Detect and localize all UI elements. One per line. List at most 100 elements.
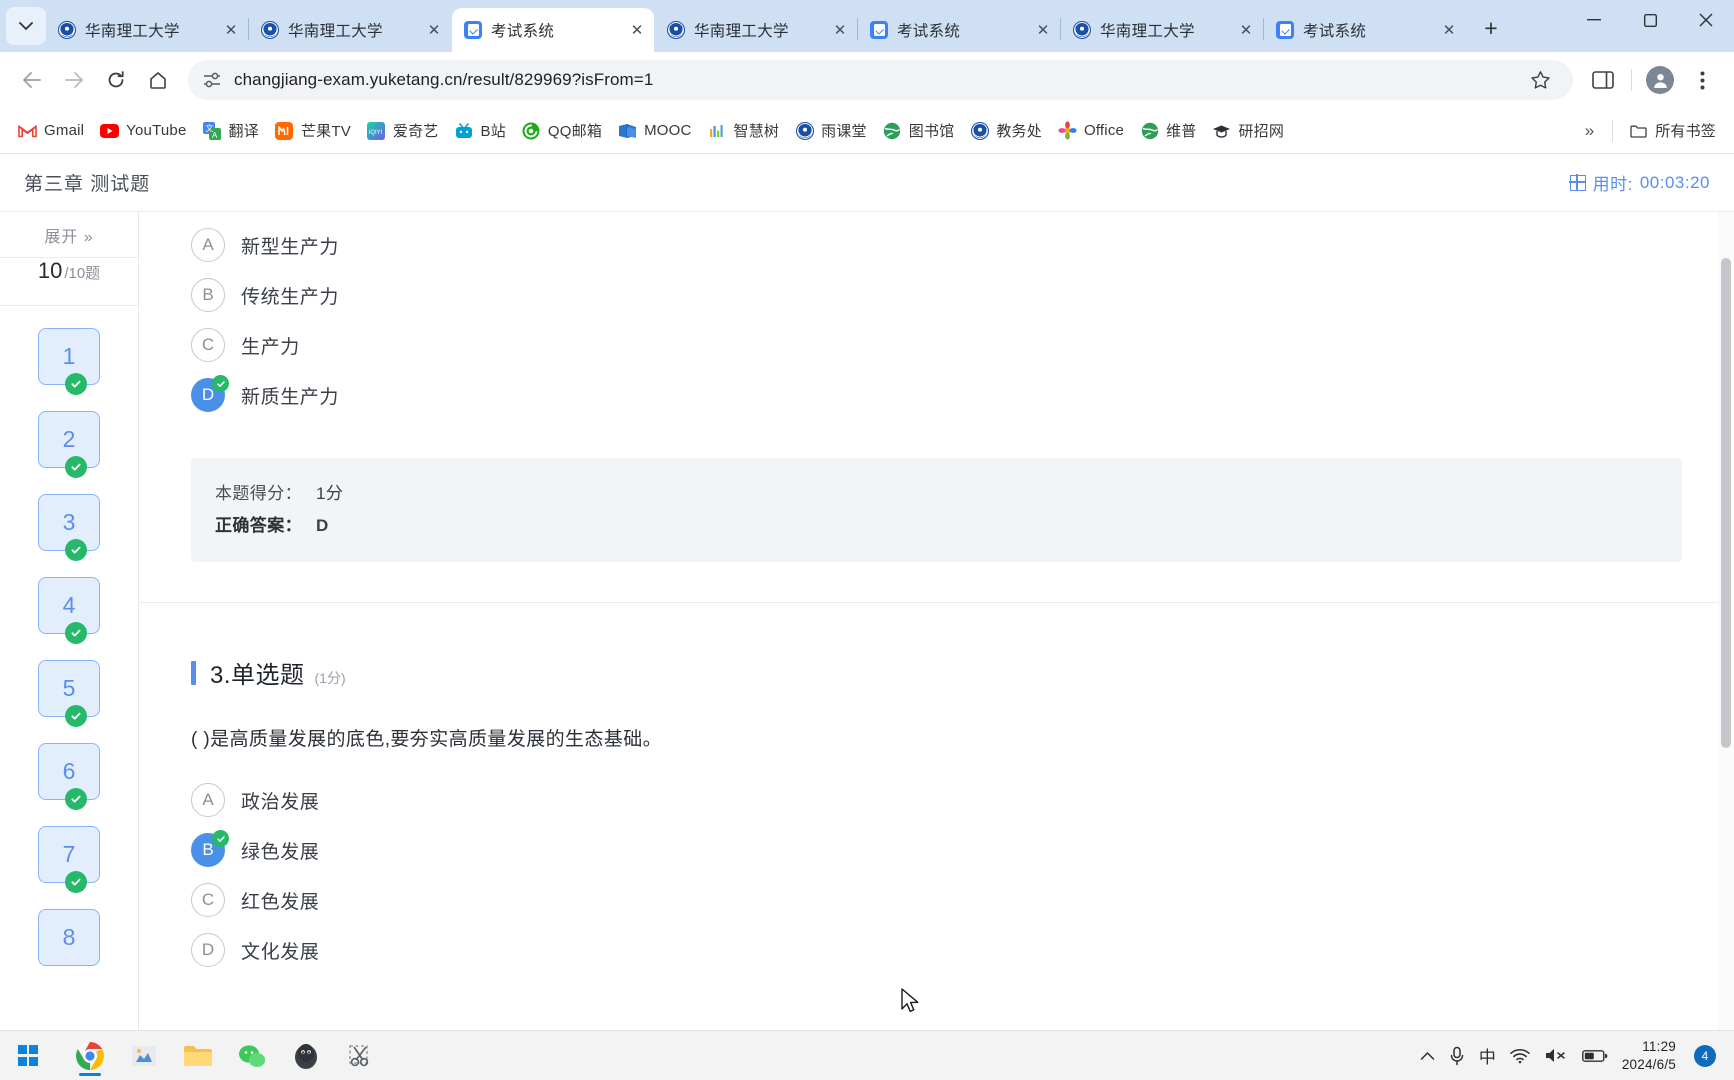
wechat-taskbar-icon[interactable]	[124, 1036, 164, 1076]
elapsed-time-value: 00:03:20	[1639, 172, 1710, 192]
qq-penguin-taskbar-icon[interactable]	[286, 1036, 326, 1076]
exam-result-page: 第三章 测试题 用时: 00:03:20 展开 » 10 /10题 1 2 3 4 5 6…	[0, 154, 1734, 1030]
side-panel-button[interactable]	[1583, 60, 1623, 100]
minimize-button[interactable]	[1566, 0, 1622, 40]
browser-tab-3[interactable]: 考试系统 ✕	[452, 8, 654, 52]
option-B[interactable]: B 传统生产力	[191, 270, 1682, 320]
browser-tab-5[interactable]: 考试系统 ✕	[858, 8, 1060, 52]
tab-close-button[interactable]: ✕	[829, 19, 851, 41]
question-nav-2[interactable]: 2	[38, 411, 100, 478]
bookmark-图书馆[interactable]: 图书馆	[875, 115, 963, 146]
bookmark-MOOC[interactable]: MOOC	[610, 116, 699, 145]
browser-tab-4[interactable]: 华南理工大学 ✕	[655, 8, 857, 52]
reload-button[interactable]	[96, 60, 136, 100]
browser-tab-6[interactable]: 华南理工大学 ✕	[1061, 8, 1263, 52]
mangotv-icon	[275, 121, 294, 140]
home-button[interactable]	[138, 60, 178, 100]
wifi-icon[interactable]	[1510, 1048, 1530, 1064]
bookmarks-overflow-button[interactable]: »	[1575, 117, 1604, 145]
option-D[interactable]: D 新质生产力	[191, 370, 1682, 420]
tab-close-button[interactable]: ✕	[1235, 19, 1257, 41]
battery-icon[interactable]	[1581, 1049, 1608, 1063]
youtube-icon	[100, 121, 120, 140]
bookmark-翻译[interactable]: 文 A 翻译	[195, 115, 267, 146]
volume-muted-icon[interactable]	[1544, 1047, 1568, 1064]
question-nav-5[interactable]: 5	[38, 660, 100, 727]
option-B[interactable]: B 绿色发展	[191, 825, 1682, 875]
tab-close-button[interactable]: ✕	[1438, 19, 1460, 41]
option-text: 新型生产力	[241, 236, 340, 258]
window-controls	[1566, 0, 1734, 52]
question-nav-1[interactable]: 1	[38, 328, 100, 395]
tray-overflow-button[interactable]	[1420, 1051, 1435, 1061]
bookmark-教务处[interactable]: 教务处	[962, 115, 1050, 146]
option-letter: C	[201, 890, 215, 909]
site-settings-icon[interactable]	[202, 71, 222, 89]
question-nav-6[interactable]: 6	[38, 743, 100, 810]
bookmark-芒果TV[interactable]: 芒果TV	[267, 115, 359, 146]
option-A[interactable]: A 政治发展	[191, 775, 1682, 825]
tab-close-button[interactable]: ✕	[423, 19, 445, 41]
option-letter: A	[202, 235, 214, 254]
bookmark-爱奇艺[interactable]: iQIYI 爱奇艺	[359, 115, 447, 146]
url-text[interactable]: changjiang-exam.yuketang.cn/result/82996…	[234, 70, 653, 90]
option-C[interactable]: C 红色发展	[191, 875, 1682, 925]
option-text: 绿色发展	[241, 841, 320, 863]
all-bookmarks-button[interactable]: 所有书签	[1621, 115, 1724, 146]
taskbar-clock[interactable]: 11:29 2024/6/5	[1622, 1038, 1676, 1074]
question-nav-3[interactable]: 3	[38, 494, 100, 561]
browser-tab-2[interactable]: 华南理工大学 ✕	[249, 8, 451, 52]
bookmark-star-icon[interactable]	[1522, 70, 1559, 90]
back-button[interactable]	[12, 60, 52, 100]
tab-close-button[interactable]: ✕	[626, 19, 648, 41]
tab-close-button[interactable]: ✕	[220, 19, 242, 41]
profile-avatar[interactable]	[1640, 60, 1680, 100]
chrome-taskbar-icon[interactable]	[70, 1036, 110, 1076]
tab-title: 考试系统	[897, 23, 961, 40]
option-letter: B	[202, 285, 214, 304]
globe-icon	[1140, 121, 1159, 140]
forward-button[interactable]	[54, 60, 94, 100]
question-nav-7[interactable]: 7	[38, 826, 100, 893]
zhihuishu-icon	[708, 121, 727, 140]
bookmark-智慧树[interactable]: 智慧树	[700, 115, 788, 146]
bookmark-B站[interactable]: B站	[447, 115, 514, 146]
bookmark-YouTube[interactable]: YouTube	[92, 116, 194, 145]
browser-tab-7[interactable]: 考试系统 ✕	[1264, 8, 1466, 52]
notification-badge[interactable]: 4	[1694, 1044, 1716, 1067]
question-nav-4[interactable]: 4	[38, 577, 100, 644]
tab-search-button[interactable]	[6, 7, 46, 45]
bookmark-Gmail[interactable]: Gmail	[10, 116, 92, 145]
maximize-button[interactable]	[1622, 0, 1678, 40]
page-scrollbar[interactable]	[1718, 212, 1734, 1030]
microphone-icon[interactable]	[1449, 1046, 1465, 1066]
exam-icon	[1276, 21, 1294, 39]
bookmark-雨课堂[interactable]: 雨课堂	[787, 115, 875, 146]
option-D[interactable]: D 文化发展	[191, 925, 1682, 975]
file-explorer-taskbar-icon[interactable]	[178, 1036, 218, 1076]
sidebar-expand-button[interactable]: 展开 »	[0, 212, 138, 258]
bookmark-QQ邮箱[interactable]: QQ邮箱	[514, 115, 610, 146]
scrollbar-thumb[interactable]	[1721, 258, 1731, 748]
option-A[interactable]: A 新型生产力	[191, 220, 1682, 270]
bookmark-研招网[interactable]: 研招网	[1204, 115, 1292, 146]
chrome-menu-button[interactable]	[1682, 60, 1722, 100]
ime-indicator[interactable]: 中	[1479, 1043, 1496, 1068]
address-bar[interactable]: changjiang-exam.yuketang.cn/result/82996…	[188, 60, 1573, 100]
start-button[interactable]	[8, 1036, 48, 1076]
new-tab-button[interactable]: +	[1472, 9, 1510, 47]
total-number: /10题	[64, 265, 101, 282]
question-nav-number: 6	[62, 758, 76, 784]
iqiyi-icon: iQIYI	[367, 121, 386, 140]
close-window-button[interactable]	[1678, 0, 1734, 40]
snipaste-taskbar-icon[interactable]	[340, 1036, 380, 1076]
browser-tab-1[interactable]: 华南理工大学 ✕	[46, 8, 248, 52]
bookmark-Office[interactable]: Office	[1050, 116, 1132, 145]
bookmark-维普[interactable]: 维普	[1132, 115, 1204, 146]
tab-close-button[interactable]: ✕	[1032, 19, 1054, 41]
option-C[interactable]: C 生产力	[191, 320, 1682, 370]
wechat-green-taskbar-icon[interactable]	[232, 1036, 272, 1076]
question-nav-8[interactable]: 8	[38, 909, 100, 966]
exam-page-header: 第三章 测试题 用时: 00:03:20	[0, 154, 1734, 212]
bookmark-label: QQ邮箱	[547, 123, 603, 140]
